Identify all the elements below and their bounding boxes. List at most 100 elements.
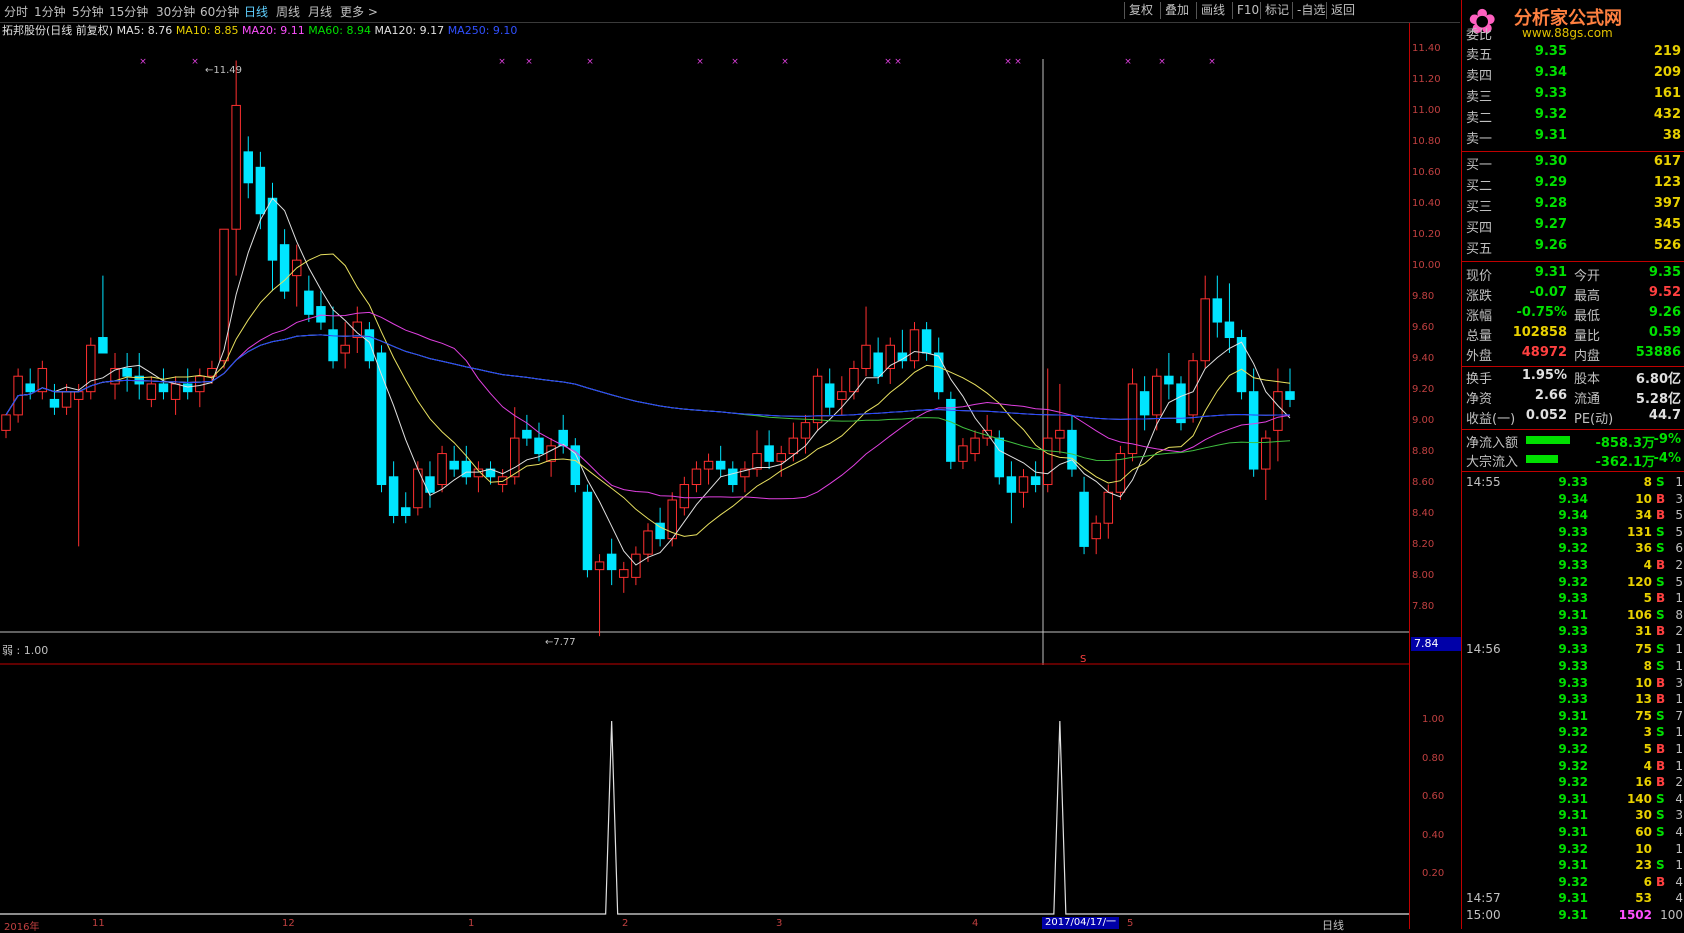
site-logo: ✿ 分析家公式网 www.88gs.com [1462,0,1684,44]
toolbar-button-4[interactable]: 标记 [1260,2,1293,19]
flow-row: 大宗流入 -362.1万 -4% [1462,451,1684,470]
candle-body [1055,429,1065,439]
sell-signal-marker[interactable]: S [1080,654,1086,665]
ask-row[interactable]: 卖三 9.33 161 [1462,86,1684,105]
candle-body [98,337,108,354]
flow-value: -858.3万 [1595,436,1655,451]
quote-label-2: 流通 [1574,392,1601,407]
bid-row[interactable]: 买二 9.29 123 [1462,175,1684,194]
candle-body [328,329,338,362]
tick-row: 9.33 5 B 1 [1462,591,1684,609]
candle-body [631,553,641,578]
bid-row[interactable]: 买四 9.27 345 [1462,217,1684,236]
event-marker[interactable]: × [884,57,892,67]
tick-price: 9.31 [1558,708,1588,723]
period-tab-8[interactable]: 月线 [308,3,332,20]
quote-value-2: 0.59 [1648,325,1681,340]
ask-label: 卖三 [1466,90,1493,105]
event-marker[interactable]: × [894,57,902,67]
tick-side: S [1656,825,1665,839]
candle-body [267,197,278,261]
quote-row: 净资 2.66 流通 5.28亿 [1462,388,1684,407]
event-marker[interactable]: × [139,57,147,67]
quote-value: 1.95% [1521,368,1567,383]
event-marker[interactable]: × [498,57,506,67]
ticks-divider [1462,471,1684,472]
bid-row[interactable]: 买五 9.26 526 [1462,238,1684,257]
toolbar-button-2[interactable]: 画线 [1196,2,1229,19]
ask-volume: 219 [1653,44,1681,59]
event-marker[interactable]: × [731,57,739,67]
ask-row[interactable]: 卖四 9.34 209 [1462,65,1684,84]
event-marker[interactable]: × [781,57,789,67]
candle-body [73,391,84,400]
period-tab-2[interactable]: 5分钟 [72,3,104,20]
event-marker[interactable]: × [1014,57,1022,67]
period-tab-0[interactable]: 分时 [4,3,28,20]
toolbar-button-6[interactable]: 返回 [1326,2,1359,19]
event-marker[interactable]: × [1004,57,1012,67]
date-tick: 2016年 [4,922,40,933]
period-indicator[interactable]: 日线 [1322,917,1344,933]
tick-price: 9.31 [1558,908,1588,922]
tick-row: 9.32 36 S 6 [1462,541,1684,559]
event-marker[interactable]: × [1124,57,1132,67]
tick-side: B [1656,624,1666,639]
quote-label-2: PE(动) [1574,412,1614,427]
tick-row: 9.33 13 B 1 [1462,692,1684,710]
tick-volume: 10 [1635,675,1652,690]
event-marker[interactable]: × [525,57,533,67]
candlestick-chart[interactable]: × × × × × × × × × × × × × × ×←11.49←7.77S [0,23,1409,689]
ask-row[interactable]: 卖一 9.31 38 [1462,128,1684,147]
quote-value: 2.66 [1534,388,1567,403]
candle-body [582,491,593,571]
toolbar-button-0[interactable]: 复权 [1124,2,1157,19]
period-tab-9[interactable]: 更多 > [340,3,378,20]
tick-row: 14:57 9.31 53 4 [1462,891,1684,909]
tick-count: 4 [1675,891,1683,906]
tick-count: 1 [1675,692,1683,707]
period-tab-5[interactable]: 60分钟 [200,3,239,20]
period-tab-6[interactable]: 日线 [244,3,268,20]
event-marker[interactable]: × [191,57,199,67]
candle-body [1139,391,1150,416]
toolbar-button-5[interactable]: -自选 [1292,2,1329,19]
tick-price: 9.32 [1558,574,1588,589]
event-marker[interactable]: × [586,57,594,67]
event-marker[interactable]: × [1208,57,1216,67]
bid-row[interactable]: 买三 9.28 397 [1462,196,1684,215]
tick-volume: 13 [1635,692,1652,707]
tick-side: S [1656,475,1665,489]
candle-body [800,422,811,439]
tick-row: 14:55 9.33 8 S 1 [1462,475,1684,493]
tick-price: 9.31 [1558,858,1588,873]
candle-body [1006,476,1017,493]
candle-body [25,383,35,393]
bid-row[interactable]: 买一 9.30 617 [1462,154,1684,173]
bid-label: 买一 [1466,158,1493,173]
ask-row[interactable]: 卖五 9.35 219 [1462,44,1684,63]
period-tab-3[interactable]: 15分钟 [109,3,148,20]
tick-volume: 34 [1635,508,1652,523]
period-tab-1[interactable]: 1分钟 [34,3,66,20]
tick-side: B [1656,508,1666,523]
period-tab-4[interactable]: 30分钟 [156,3,195,20]
toolbar-button-1[interactable]: 叠加 [1160,2,1193,19]
period-tab-7[interactable]: 周线 [276,3,300,20]
quote-label-2: 量比 [1574,329,1601,344]
event-marker[interactable]: × [696,57,704,67]
bid-volume: 123 [1653,175,1681,190]
event-marker[interactable]: × [1158,57,1166,67]
candle-body [788,437,799,455]
tick-price: 9.32 [1558,541,1588,556]
tick-price: 9.31 [1558,891,1588,906]
candle-body [679,484,690,509]
toolbar-button-3[interactable]: F10 [1232,2,1263,19]
sub-indicator-chart[interactable] [0,689,1409,918]
candle-body [49,398,60,408]
quote-row: 总量 102858 量比 0.59 [1462,325,1684,344]
date-bar [0,918,1460,929]
candle-body [182,383,193,393]
ask-row[interactable]: 卖二 9.32 432 [1462,107,1684,126]
candle-body [752,453,762,470]
